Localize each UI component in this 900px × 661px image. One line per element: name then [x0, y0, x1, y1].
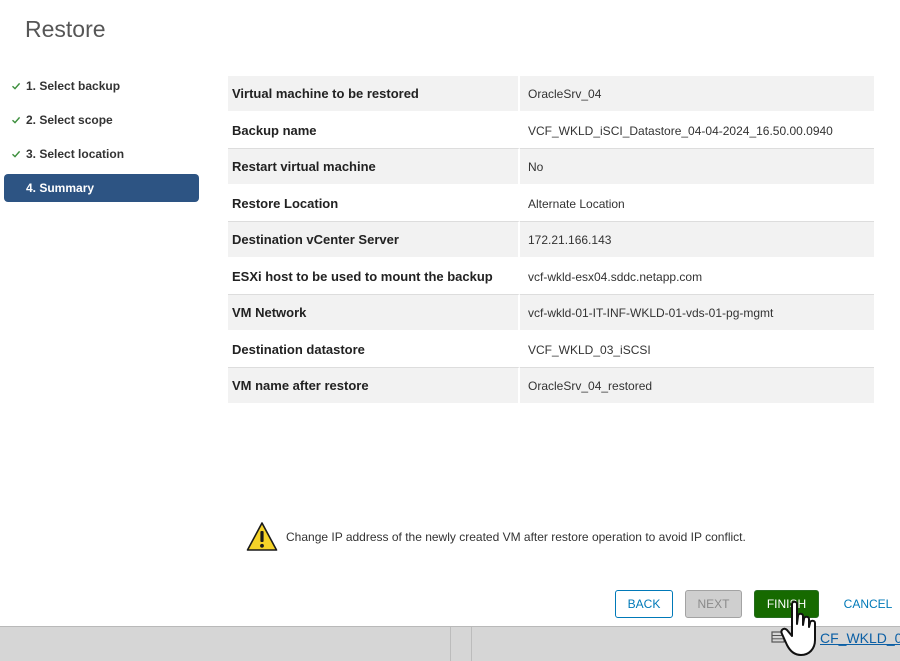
summary-value: No — [520, 149, 874, 186]
table-row: Backup name VCF_WKLD_iSCI_Datastore_04-0… — [228, 113, 874, 149]
column-divider — [450, 627, 472, 661]
summary-key: Virtual machine to be restored — [228, 76, 520, 113]
step-select-location[interactable]: 3. Select location — [4, 140, 199, 168]
table-row: Restore Location Alternate Location — [228, 186, 874, 222]
summary-value: 172.21.166.143 — [520, 222, 874, 259]
step-label: 2. Select scope — [26, 113, 113, 127]
next-button[interactable]: NEXT — [685, 590, 742, 618]
step-label: 3. Select location — [26, 147, 125, 161]
summary-value: OracleSrv_04_restored — [520, 368, 874, 405]
step-summary[interactable]: 4. Summary — [4, 174, 199, 202]
summary-value: VCF_WKLD_03_iSCSI — [520, 332, 874, 368]
summary-key: Restore Location — [228, 186, 520, 222]
summary-key: ESXi host to be used to mount the backup — [228, 259, 520, 295]
warning-icon — [246, 522, 278, 551]
table-row: Destination datastore VCF_WKLD_03_iSCSI — [228, 332, 874, 368]
summary-key: Backup name — [228, 113, 520, 149]
cancel-button[interactable]: CANCEL — [836, 590, 900, 618]
summary-value: VCF_WKLD_iSCI_Datastore_04-04-2024_16.50… — [520, 113, 874, 149]
summary-value: vcf-wkld-esx04.sddc.netapp.com — [520, 259, 874, 295]
summary-key: VM name after restore — [228, 368, 520, 405]
summary-value: OracleSrv_04 — [520, 76, 874, 113]
step-select-backup[interactable]: 1. Select backup — [4, 72, 199, 100]
wizard-steps: 1. Select backup 2. Select scope 3. Sele… — [4, 72, 199, 208]
check-icon — [12, 116, 21, 124]
table-row: Restart virtual machine No — [228, 149, 874, 186]
back-button[interactable]: BACK — [615, 590, 673, 618]
summary-key: Destination vCenter Server — [228, 222, 520, 259]
warning-message: Change IP address of the newly created V… — [286, 530, 746, 544]
step-label: 1. Select backup — [26, 79, 121, 93]
ip-conflict-warning: Change IP address of the newly created V… — [246, 521, 746, 553]
check-icon — [12, 150, 21, 158]
step-select-scope[interactable]: 2. Select scope — [4, 106, 199, 134]
hand-cursor-icon — [780, 600, 816, 656]
summary-table: Virtual machine to be restored OracleSrv… — [228, 76, 874, 405]
summary-key: Destination datastore — [228, 332, 520, 368]
step-label: 4. Summary — [26, 181, 95, 195]
table-row: Destination vCenter Server 172.21.166.14… — [228, 222, 874, 259]
check-icon — [12, 82, 21, 90]
summary-value: Alternate Location — [520, 186, 874, 222]
datastore-link[interactable]: CF_WKLD_03 — [820, 630, 900, 646]
summary-key: Restart virtual machine — [228, 149, 520, 186]
background-panel: CF_WKLD_03 — [0, 626, 900, 661]
table-row: Virtual machine to be restored OracleSrv… — [228, 76, 874, 113]
summary-key: VM Network — [228, 295, 520, 332]
table-row: VM name after restore OracleSrv_04_resto… — [228, 368, 874, 405]
dialog-title: Restore — [25, 16, 106, 42]
table-row: VM Network vcf-wkld-01-IT-INF-WKLD-01-vd… — [228, 295, 874, 332]
summary-value: vcf-wkld-01-IT-INF-WKLD-01-vds-01-pg-mgm… — [520, 295, 874, 332]
table-row: ESXi host to be used to mount the backup… — [228, 259, 874, 295]
